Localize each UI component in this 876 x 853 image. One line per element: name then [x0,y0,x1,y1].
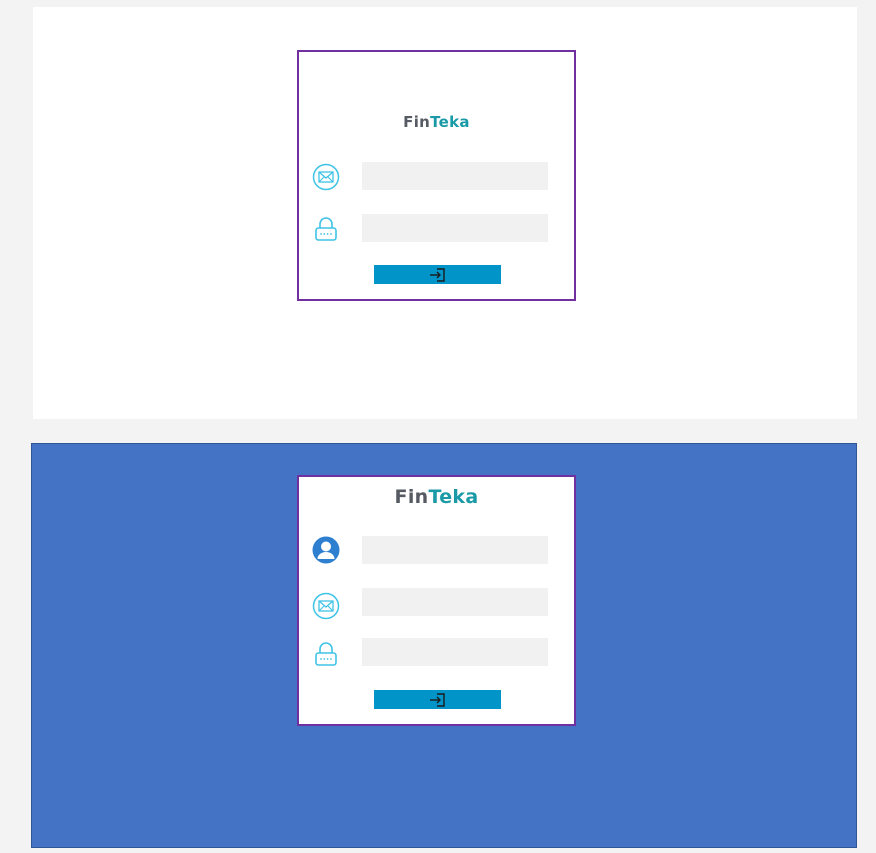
signup-button[interactable] [374,690,501,709]
name-field[interactable] [362,536,548,564]
sign-in-icon [429,267,445,282]
padlock-icon [315,642,337,666]
brand-logo-fin: Fin [394,486,429,508]
password-field[interactable] [362,638,548,666]
envelope-icon [312,592,340,620]
brand-logo: FinTeka [299,486,574,508]
signup-card: FinTeka [297,475,576,726]
envelope-icon [312,163,340,191]
padlock-icon [315,217,337,241]
brand-logo-teka: Teka [428,486,479,508]
password-field[interactable] [362,214,548,242]
brand-logo-teka: Teka [430,113,470,131]
email-field[interactable] [362,162,548,190]
login-card: FinTeka [297,50,576,301]
sign-in-icon [429,692,445,707]
user-icon [312,536,340,564]
brand-logo: FinTeka [299,113,574,131]
login-button[interactable] [374,265,501,284]
brand-logo-fin: Fin [403,113,431,131]
email-field[interactable] [362,588,548,616]
